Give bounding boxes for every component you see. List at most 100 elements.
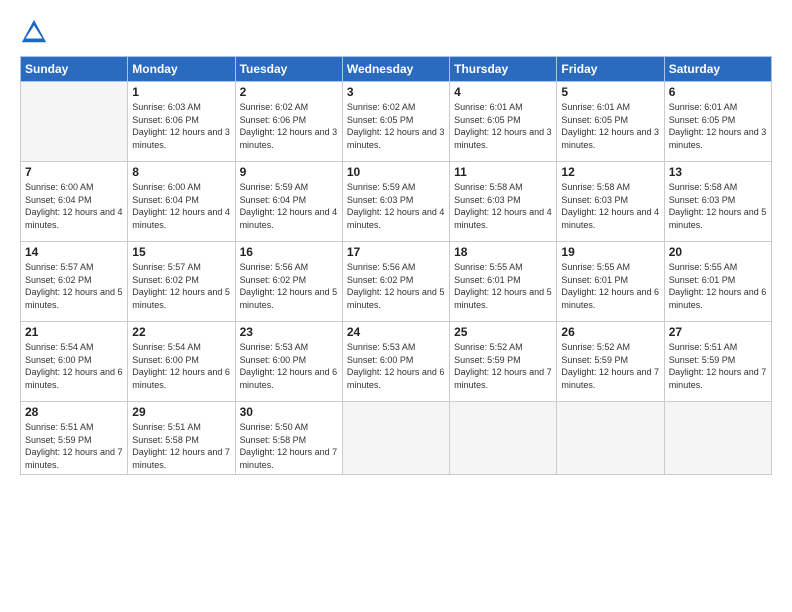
day-info: Sunrise: 6:00 AMSunset: 6:04 PMDaylight:… [25,181,123,231]
header [20,18,772,46]
day-number: 4 [454,85,552,99]
week-row-3: 14 Sunrise: 5:57 AMSunset: 6:02 PMDaylig… [21,242,772,322]
day-number: 22 [132,325,230,339]
day-cell: 26 Sunrise: 5:52 AMSunset: 5:59 PMDaylig… [557,322,664,402]
weekday-saturday: Saturday [664,57,771,82]
day-number: 14 [25,245,123,259]
day-cell: 11 Sunrise: 5:58 AMSunset: 6:03 PMDaylig… [450,162,557,242]
day-number: 3 [347,85,445,99]
day-cell: 12 Sunrise: 5:58 AMSunset: 6:03 PMDaylig… [557,162,664,242]
day-info: Sunrise: 5:55 AMSunset: 6:01 PMDaylight:… [454,261,552,311]
day-cell: 28 Sunrise: 5:51 AMSunset: 5:59 PMDaylig… [21,402,128,475]
day-info: Sunrise: 5:52 AMSunset: 5:59 PMDaylight:… [454,341,552,391]
day-number: 29 [132,405,230,419]
day-number: 18 [454,245,552,259]
day-info: Sunrise: 5:59 AMSunset: 6:03 PMDaylight:… [347,181,445,231]
day-number: 12 [561,165,659,179]
weekday-tuesday: Tuesday [235,57,342,82]
day-number: 10 [347,165,445,179]
day-number: 19 [561,245,659,259]
day-cell: 13 Sunrise: 5:58 AMSunset: 6:03 PMDaylig… [664,162,771,242]
day-info: Sunrise: 5:55 AMSunset: 6:01 PMDaylight:… [561,261,659,311]
day-cell: 23 Sunrise: 5:53 AMSunset: 6:00 PMDaylig… [235,322,342,402]
day-number: 23 [240,325,338,339]
day-info: Sunrise: 6:02 AMSunset: 6:06 PMDaylight:… [240,101,338,151]
day-number: 15 [132,245,230,259]
day-info: Sunrise: 5:51 AMSunset: 5:59 PMDaylight:… [669,341,767,391]
day-info: Sunrise: 5:52 AMSunset: 5:59 PMDaylight:… [561,341,659,391]
day-cell: 4 Sunrise: 6:01 AMSunset: 6:05 PMDayligh… [450,82,557,162]
day-cell: 21 Sunrise: 5:54 AMSunset: 6:00 PMDaylig… [21,322,128,402]
day-info: Sunrise: 5:51 AMSunset: 5:59 PMDaylight:… [25,421,123,471]
day-cell: 27 Sunrise: 5:51 AMSunset: 5:59 PMDaylig… [664,322,771,402]
day-cell: 8 Sunrise: 6:00 AMSunset: 6:04 PMDayligh… [128,162,235,242]
page: SundayMondayTuesdayWednesdayThursdayFrid… [0,0,792,612]
day-info: Sunrise: 5:57 AMSunset: 6:02 PMDaylight:… [132,261,230,311]
day-cell: 6 Sunrise: 6:01 AMSunset: 6:05 PMDayligh… [664,82,771,162]
day-cell: 20 Sunrise: 5:55 AMSunset: 6:01 PMDaylig… [664,242,771,322]
logo [20,18,52,46]
day-cell [342,402,449,475]
day-number: 24 [347,325,445,339]
weekday-monday: Monday [128,57,235,82]
day-cell: 7 Sunrise: 6:00 AMSunset: 6:04 PMDayligh… [21,162,128,242]
day-info: Sunrise: 5:58 AMSunset: 6:03 PMDaylight:… [454,181,552,231]
weekday-wednesday: Wednesday [342,57,449,82]
day-cell: 18 Sunrise: 5:55 AMSunset: 6:01 PMDaylig… [450,242,557,322]
day-cell: 1 Sunrise: 6:03 AMSunset: 6:06 PMDayligh… [128,82,235,162]
week-row-1: 1 Sunrise: 6:03 AMSunset: 6:06 PMDayligh… [21,82,772,162]
day-cell: 29 Sunrise: 5:51 AMSunset: 5:58 PMDaylig… [128,402,235,475]
day-info: Sunrise: 6:01 AMSunset: 6:05 PMDaylight:… [561,101,659,151]
weekday-friday: Friday [557,57,664,82]
day-cell [664,402,771,475]
weekday-sunday: Sunday [21,57,128,82]
day-cell [21,82,128,162]
day-number: 20 [669,245,767,259]
day-number: 5 [561,85,659,99]
day-cell [450,402,557,475]
day-info: Sunrise: 6:01 AMSunset: 6:05 PMDaylight:… [454,101,552,151]
day-info: Sunrise: 6:02 AMSunset: 6:05 PMDaylight:… [347,101,445,151]
day-cell: 25 Sunrise: 5:52 AMSunset: 5:59 PMDaylig… [450,322,557,402]
day-number: 17 [347,245,445,259]
day-info: Sunrise: 6:03 AMSunset: 6:06 PMDaylight:… [132,101,230,151]
week-row-2: 7 Sunrise: 6:00 AMSunset: 6:04 PMDayligh… [21,162,772,242]
day-cell: 24 Sunrise: 5:53 AMSunset: 6:00 PMDaylig… [342,322,449,402]
day-info: Sunrise: 5:58 AMSunset: 6:03 PMDaylight:… [561,181,659,231]
day-cell: 3 Sunrise: 6:02 AMSunset: 6:05 PMDayligh… [342,82,449,162]
day-cell: 5 Sunrise: 6:01 AMSunset: 6:05 PMDayligh… [557,82,664,162]
day-number: 2 [240,85,338,99]
day-info: Sunrise: 5:55 AMSunset: 6:01 PMDaylight:… [669,261,767,311]
day-number: 30 [240,405,338,419]
day-info: Sunrise: 6:01 AMSunset: 6:05 PMDaylight:… [669,101,767,151]
day-cell: 19 Sunrise: 5:55 AMSunset: 6:01 PMDaylig… [557,242,664,322]
day-cell: 9 Sunrise: 5:59 AMSunset: 6:04 PMDayligh… [235,162,342,242]
day-number: 28 [25,405,123,419]
day-cell [557,402,664,475]
day-cell: 2 Sunrise: 6:02 AMSunset: 6:06 PMDayligh… [235,82,342,162]
day-cell: 16 Sunrise: 5:56 AMSunset: 6:02 PMDaylig… [235,242,342,322]
day-cell: 15 Sunrise: 5:57 AMSunset: 6:02 PMDaylig… [128,242,235,322]
day-cell: 30 Sunrise: 5:50 AMSunset: 5:58 PMDaylig… [235,402,342,475]
weekday-thursday: Thursday [450,57,557,82]
day-number: 13 [669,165,767,179]
day-info: Sunrise: 5:59 AMSunset: 6:04 PMDaylight:… [240,181,338,231]
day-info: Sunrise: 5:56 AMSunset: 6:02 PMDaylight:… [240,261,338,311]
day-info: Sunrise: 5:51 AMSunset: 5:58 PMDaylight:… [132,421,230,471]
week-row-5: 28 Sunrise: 5:51 AMSunset: 5:59 PMDaylig… [21,402,772,475]
calendar: SundayMondayTuesdayWednesdayThursdayFrid… [20,56,772,475]
day-info: Sunrise: 5:53 AMSunset: 6:00 PMDaylight:… [240,341,338,391]
day-cell: 17 Sunrise: 5:56 AMSunset: 6:02 PMDaylig… [342,242,449,322]
day-cell: 10 Sunrise: 5:59 AMSunset: 6:03 PMDaylig… [342,162,449,242]
day-info: Sunrise: 5:53 AMSunset: 6:00 PMDaylight:… [347,341,445,391]
day-number: 9 [240,165,338,179]
day-number: 26 [561,325,659,339]
day-info: Sunrise: 5:54 AMSunset: 6:00 PMDaylight:… [25,341,123,391]
day-info: Sunrise: 6:00 AMSunset: 6:04 PMDaylight:… [132,181,230,231]
day-cell: 22 Sunrise: 5:54 AMSunset: 6:00 PMDaylig… [128,322,235,402]
day-number: 8 [132,165,230,179]
week-row-4: 21 Sunrise: 5:54 AMSunset: 6:00 PMDaylig… [21,322,772,402]
weekday-header-row: SundayMondayTuesdayWednesdayThursdayFrid… [21,57,772,82]
day-number: 16 [240,245,338,259]
day-cell: 14 Sunrise: 5:57 AMSunset: 6:02 PMDaylig… [21,242,128,322]
